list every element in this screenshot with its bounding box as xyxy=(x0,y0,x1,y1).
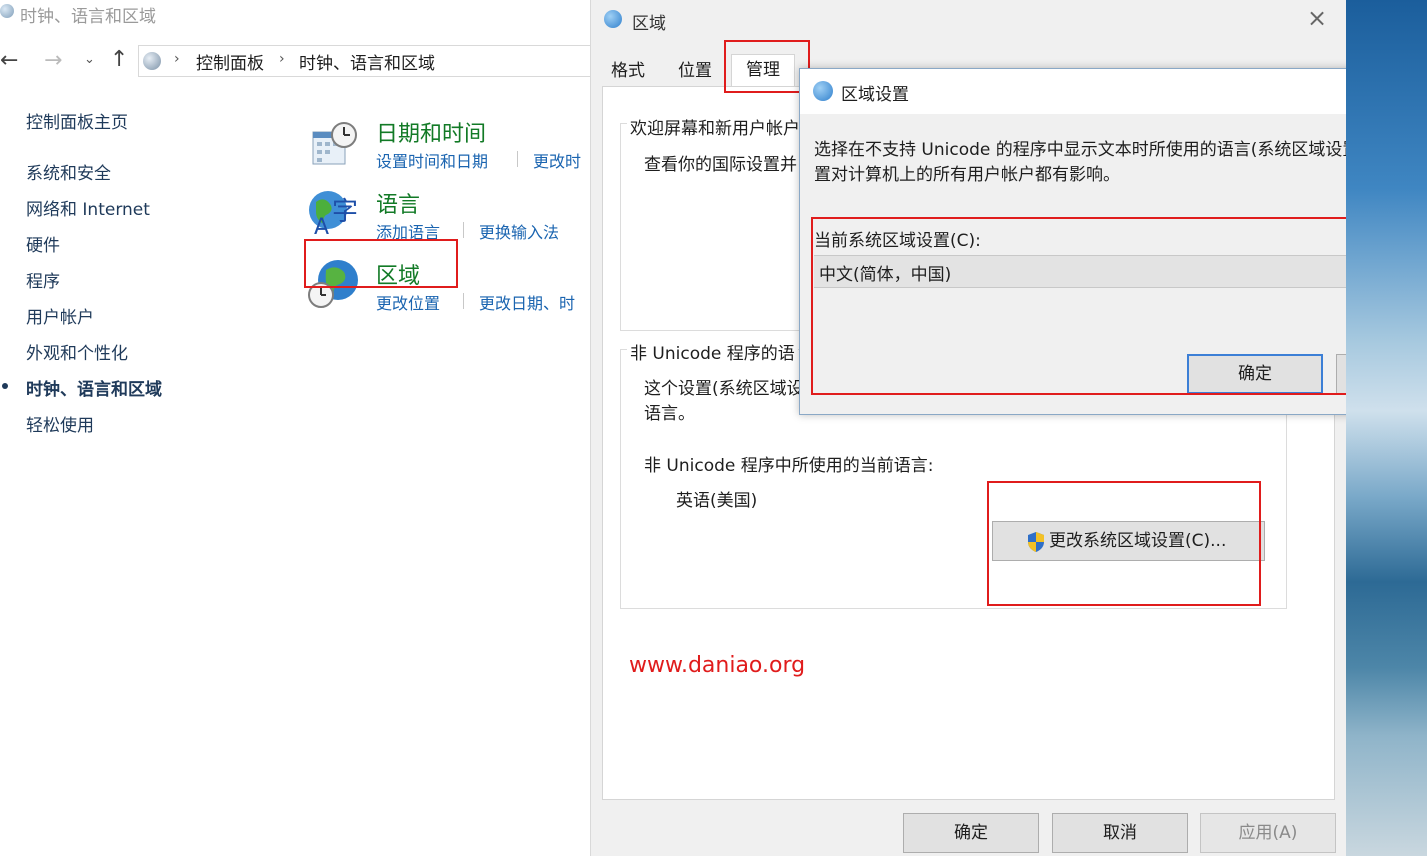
active-indicator-icon xyxy=(2,383,8,389)
breadcrumb-chevron-icon: › xyxy=(174,51,180,67)
dialog-title: 区域 xyxy=(632,14,666,34)
current-language-label: 非 Unicode 程序中所使用的当前语言: xyxy=(644,456,934,476)
recent-dropdown-icon[interactable]: ⌄ xyxy=(84,52,95,67)
dialog-title: 区域设置 xyxy=(841,85,909,105)
control-panel-window-icon xyxy=(0,4,14,18)
link-separator xyxy=(517,151,518,167)
sidebar-item-network[interactable]: 网络和 Internet xyxy=(26,195,150,220)
link-set-time-date[interactable]: 设置时间和日期 xyxy=(376,148,488,172)
apply-button[interactable]: 应用(A) xyxy=(1200,813,1336,853)
category-title-datetime[interactable]: 日期和时间 xyxy=(376,116,486,148)
globe-icon xyxy=(604,10,622,28)
tab-location[interactable]: 位置 xyxy=(667,56,723,86)
up-arrow-icon[interactable]: ↑ xyxy=(110,47,128,72)
non-unicode-description-line1: 这个设置(系统区域设 xyxy=(644,379,804,399)
breadcrumb-chevron-icon: › xyxy=(279,51,285,67)
highlight-box-admin-tab xyxy=(724,40,810,93)
breadcrumb-item-control-panel[interactable]: 控制面板 xyxy=(196,49,264,74)
link-separator xyxy=(463,222,464,238)
link-change-input-method[interactable]: 更换输入法 xyxy=(479,219,559,243)
sidebar-item-user-accounts[interactable]: 用户帐户 xyxy=(26,303,94,328)
link-change-location[interactable]: 更改位置 xyxy=(376,290,440,314)
highlight-box-change-locale xyxy=(987,481,1261,606)
sidebar-item-programs[interactable]: 程序 xyxy=(26,267,60,292)
sidebar-home-link[interactable]: 控制面板主页 xyxy=(26,108,128,133)
sidebar-item-clock-language-region[interactable]: 时钟、语言和区域 xyxy=(26,375,162,400)
sidebar-item-ease-of-access[interactable]: 轻松使用 xyxy=(26,411,94,436)
link-separator xyxy=(463,293,464,309)
desktop-wallpaper xyxy=(1346,0,1427,856)
welcome-description: 查看你的国际设置并 xyxy=(644,155,797,175)
control-panel-icon xyxy=(143,52,161,70)
highlight-box-region xyxy=(304,239,458,288)
svg-text:字: 字 xyxy=(332,197,358,227)
link-change-date-format[interactable]: 更改日期、时 xyxy=(479,290,575,314)
globe-icon xyxy=(813,81,833,101)
sidebar-item-system-security[interactable]: 系统和安全 xyxy=(26,159,111,184)
category-title-language[interactable]: 语言 xyxy=(376,187,420,219)
ok-button[interactable]: 确定 xyxy=(903,813,1039,853)
svg-text:A: A xyxy=(314,215,329,236)
title-bar: 区域设置 xyxy=(800,69,1427,114)
watermark-text: www.daniao.org xyxy=(629,653,806,678)
link-change-time-zone[interactable]: 更改时 xyxy=(533,148,581,172)
cancel-button[interactable]: 取消 xyxy=(1052,813,1188,853)
calendar-clock-icon[interactable] xyxy=(311,120,359,168)
current-language-value: 英语(美国) xyxy=(676,491,758,511)
description-line2: 置对计算机上的所有用户帐户都有影响。 xyxy=(814,165,1120,185)
close-icon[interactable]: × xyxy=(1307,4,1327,32)
group-title-non-unicode: 非 Unicode 程序的语 xyxy=(627,339,798,364)
sidebar-item-appearance[interactable]: 外观和个性化 xyxy=(26,339,128,364)
window-title: 时钟、语言和区域 xyxy=(20,7,156,27)
breadcrumb-item-current[interactable]: 时钟、语言和区域 xyxy=(299,49,435,74)
highlight-box-current-locale xyxy=(811,217,1352,395)
address-bar[interactable]: › 控制面板 › 时钟、语言和区域 xyxy=(138,45,591,77)
back-arrow-icon[interactable]: ← xyxy=(0,48,18,73)
group-title-welcome: 欢迎屏幕和新用户帐户 xyxy=(627,114,803,139)
sidebar-item-hardware[interactable]: 硬件 xyxy=(26,231,60,256)
forward-arrow-icon[interactable]: → xyxy=(44,48,62,73)
non-unicode-description-line2: 语言。 xyxy=(644,404,695,424)
tab-formats[interactable]: 格式 xyxy=(601,56,655,86)
language-icon[interactable]: 字 A xyxy=(308,188,360,236)
description-line1: 选择在不支持 Unicode 的程序中显示文本时所使用的语言(系统区域设置)。这 xyxy=(814,140,1401,160)
